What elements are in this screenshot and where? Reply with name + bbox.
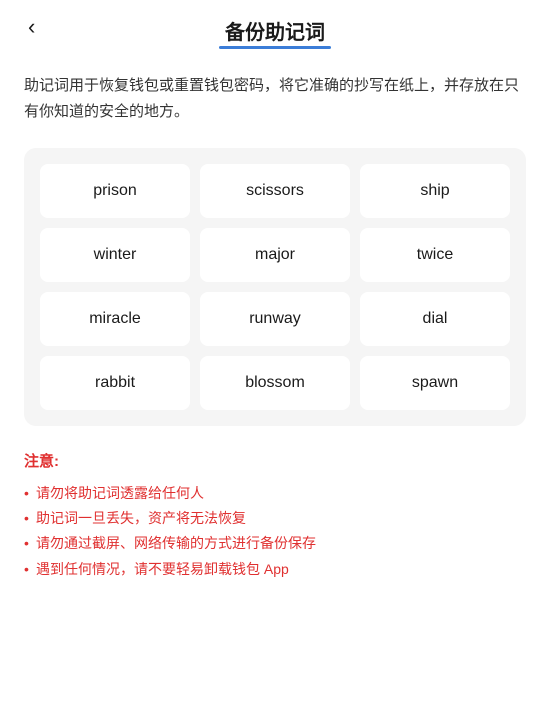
mnemonic-word-10: rabbit <box>40 356 190 410</box>
mnemonic-container: prisonscissorsship wintermajortwice miracl… <box>24 148 526 426</box>
notice-title: 注意: <box>24 450 526 471</box>
mnemonic-word-12: spawn <box>360 356 510 410</box>
back-button[interactable]: ‹ <box>20 10 43 44</box>
notice-item-1: 请勿将助记词透露给任何人 <box>24 481 526 506</box>
mnemonic-word-4: winter <box>40 228 190 282</box>
mnemonic-word-7: miracle <box>40 292 190 346</box>
mnemonic-grid: prisonscissorsship wintermajortwice miracl… <box>40 164 510 410</box>
notice-section: 注意: 请勿将助记词透露给任何人助记词一旦丢失，资产将无法恢复请勿通过截屏、网络… <box>0 450 550 606</box>
page-title: 备份助记词 <box>225 16 325 45</box>
mnemonic-word-9: dial <box>360 292 510 346</box>
mnemonic-word-2: scissors <box>200 164 350 218</box>
notice-item-3: 请勿通过截屏、网络传输的方式进行备份保存 <box>24 531 526 556</box>
mnemonic-word-1: prison <box>40 164 190 218</box>
mnemonic-word-8: runway <box>200 292 350 346</box>
mnemonic-word-5: major <box>200 228 350 282</box>
header: ‹ 备份助记词 <box>0 0 550 53</box>
mnemonic-word-11: blossom <box>200 356 350 410</box>
notice-item-2: 助记词一旦丢失，资产将无法恢复 <box>24 506 526 531</box>
description-text: 助记词用于恢复钱包或重置钱包密码，将它准确的抄写在纸上，并存放在只有你知道的安全… <box>0 53 550 140</box>
mnemonic-word-3: ship <box>360 164 510 218</box>
notice-list: 请勿将助记词透露给任何人助记词一旦丢失，资产将无法恢复请勿通过截屏、网络传输的方… <box>24 481 526 582</box>
mnemonic-word-6: twice <box>360 228 510 282</box>
notice-item-4: 遇到任何情况，请不要轻易卸载钱包 App <box>24 557 526 582</box>
